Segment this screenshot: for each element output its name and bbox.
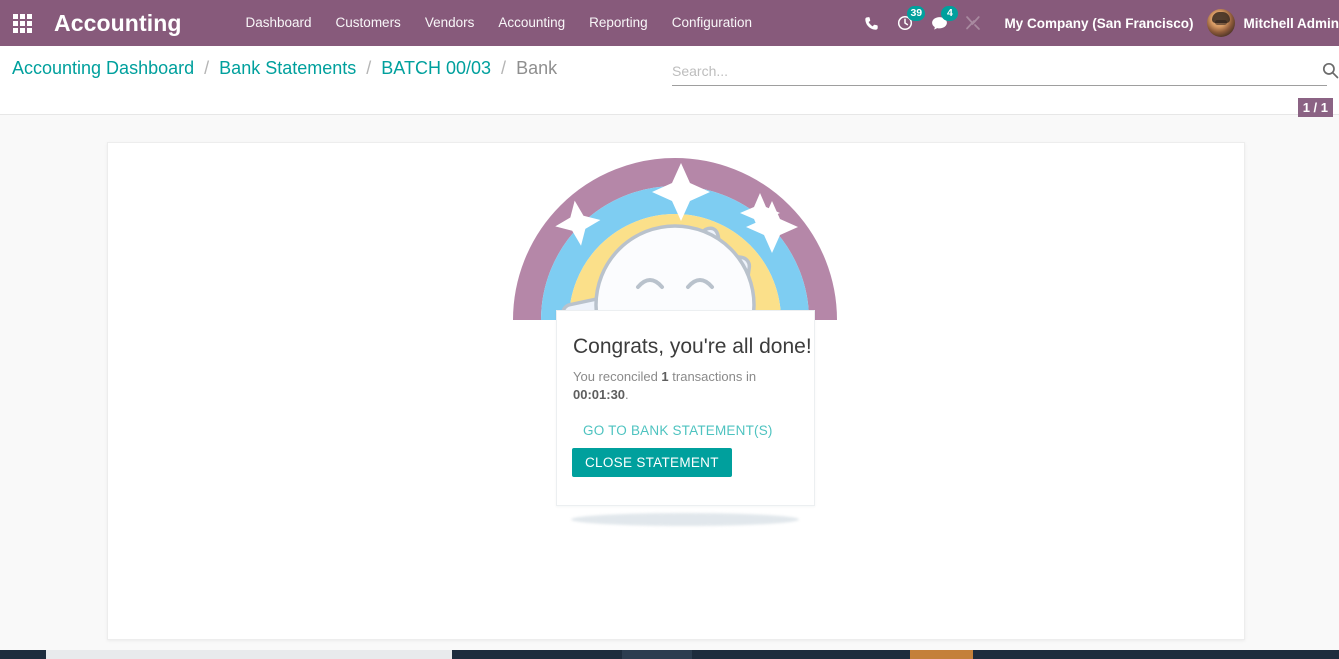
subtitle-prefix: You reconciled — [573, 369, 662, 384]
main-menu: Dashboard Customers Vendors Accounting R… — [234, 0, 765, 46]
avatar — [1207, 9, 1236, 37]
taskbar-window-1[interactable] — [46, 650, 452, 659]
breadcrumb-item-accounting-dashboard[interactable]: Accounting Dashboard — [12, 58, 194, 78]
taskbar-gap-3 — [973, 650, 1339, 659]
duration-value: 00:01:30 — [573, 387, 626, 402]
systray: 39 4 My Company (San Francisco) Mitchell… — [854, 0, 1339, 46]
breadcrumb-item-bank-statements[interactable]: Bank Statements — [219, 58, 356, 78]
apps-menu-button[interactable] — [6, 0, 38, 46]
subtitle-middle: transactions in — [668, 369, 757, 384]
subtitle-suffix: . — [625, 387, 629, 402]
rainbow-man: Congrats, you're all done! You reconcile… — [505, 105, 845, 545]
taskbar-gap-1 — [452, 650, 622, 659]
menu-item-vendors[interactable]: Vendors — [413, 0, 487, 46]
debug-tools-button[interactable] — [956, 0, 990, 46]
rainbow-message-card: Congrats, you're all done! You reconcile… — [556, 310, 815, 506]
company-switcher[interactable]: My Company (San Francisco) — [1004, 16, 1193, 31]
close-statement-button[interactable]: CLOSE STATEMENT — [572, 448, 732, 477]
phone-icon — [865, 16, 878, 30]
breadcrumb-separator: / — [501, 58, 507, 78]
phone-button[interactable] — [854, 0, 888, 46]
top-navbar: Accounting Dashboard Customers Vendors A… — [0, 0, 1339, 46]
transaction-count: 1 — [661, 369, 669, 384]
pager[interactable]: 1 / 1 — [1297, 98, 1333, 117]
debug-tools-icon — [966, 16, 981, 30]
taskbar-window-3-active[interactable] — [910, 650, 973, 659]
user-menu[interactable]: Mitchell Admin — [1207, 9, 1339, 37]
menu-item-configuration[interactable]: Configuration — [660, 0, 764, 46]
taskbar-start-button[interactable] — [0, 650, 46, 659]
app-brand-title[interactable]: Accounting — [54, 10, 182, 37]
breadcrumb-separator: / — [204, 58, 210, 78]
search-button[interactable] — [1322, 62, 1339, 84]
taskbar-gap-2 — [692, 650, 910, 659]
search-icon — [1322, 62, 1339, 79]
odoo-accounting-window: Accounting Dashboard Customers Vendors A… — [0, 0, 1339, 659]
menu-item-customers[interactable]: Customers — [324, 0, 413, 46]
breadcrumb-item-bank: Bank — [516, 58, 558, 78]
menu-item-accounting[interactable]: Accounting — [486, 0, 577, 46]
breadcrumb: Accounting Dashboard / Bank Statements /… — [12, 56, 557, 80]
breadcrumb-separator: / — [366, 58, 372, 78]
rainbow-message-subtitle: You reconciled 1 transactions in 00:01:3… — [573, 368, 798, 404]
rainbow-message-title: Congrats, you're all done! — [573, 335, 812, 358]
menu-item-reporting[interactable]: Reporting — [577, 0, 660, 46]
search-view: 1 / 1 — [672, 58, 1339, 117]
activities-button[interactable]: 39 — [888, 0, 926, 46]
breadcrumb-item-batch[interactable]: BATCH 00/03 — [381, 58, 491, 78]
taskbar-window-2[interactable] — [622, 650, 692, 659]
user-name-label: Mitchell Admin — [1243, 15, 1339, 31]
apps-grid-icon — [12, 13, 32, 33]
os-taskbar — [0, 650, 1339, 659]
menu-item-dashboard[interactable]: Dashboard — [234, 0, 324, 46]
go-to-bank-statements-link[interactable]: GO TO BANK STATEMENT(S) — [583, 423, 814, 438]
search-input[interactable] — [672, 58, 1327, 84]
messages-button[interactable]: 4 — [922, 0, 959, 46]
